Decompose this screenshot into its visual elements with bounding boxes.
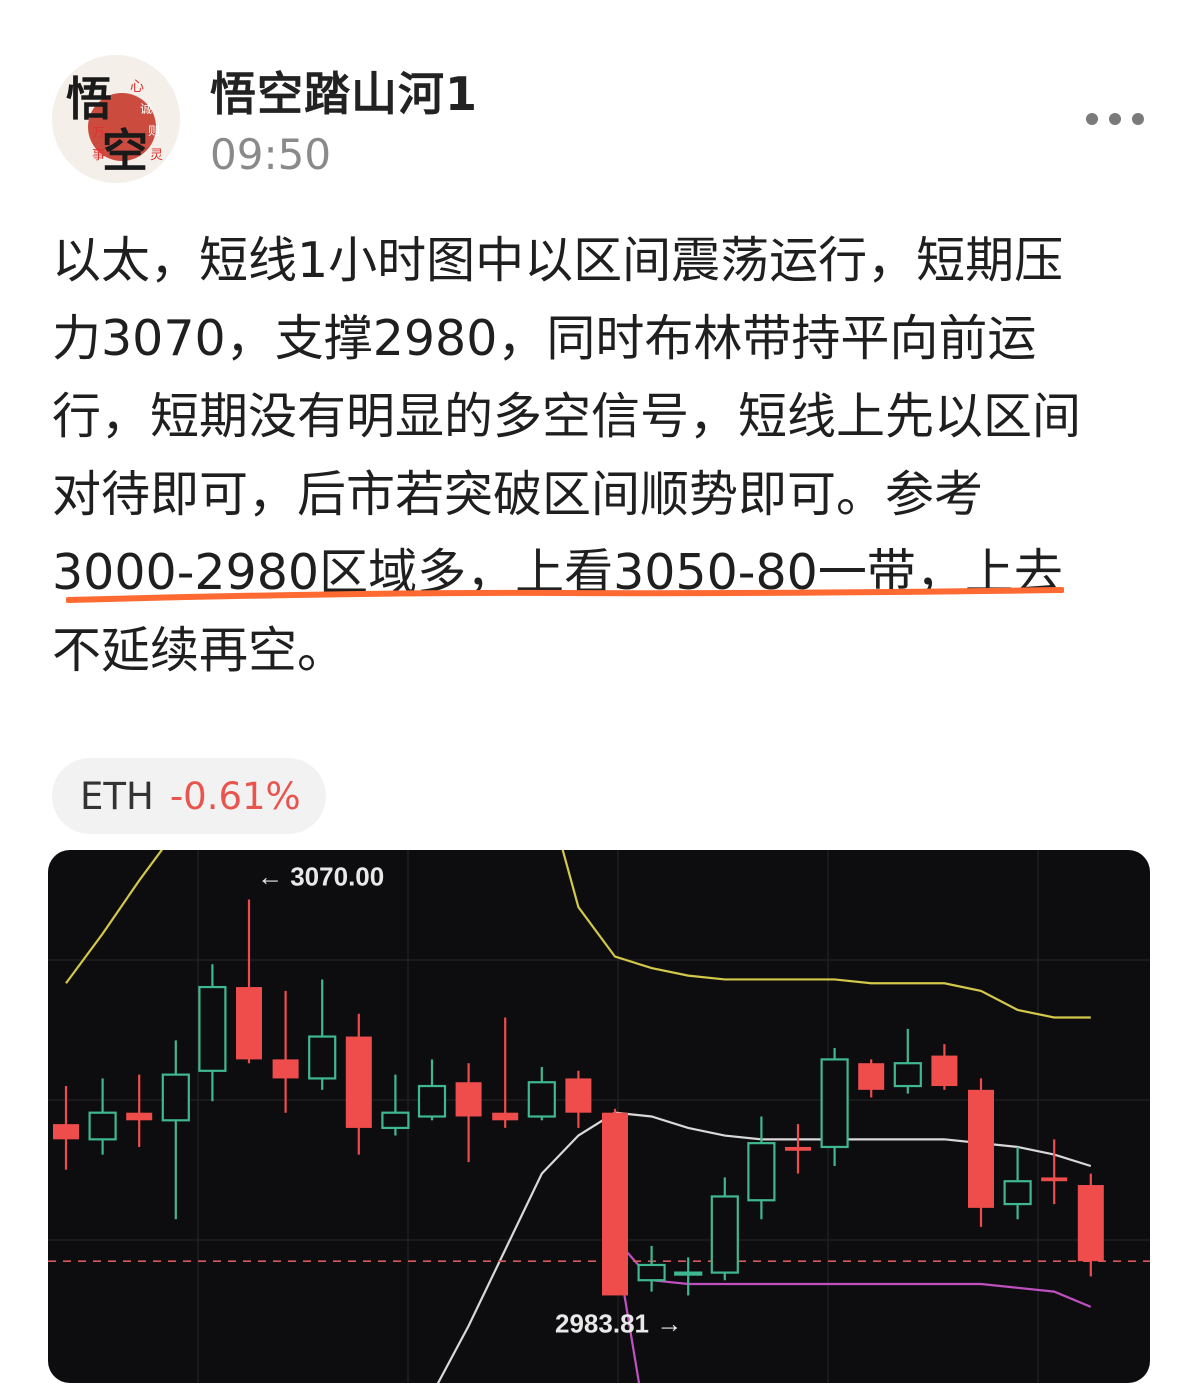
- more-options-button[interactable]: [1080, 104, 1150, 134]
- candle-body-down: [345, 1036, 372, 1128]
- avatar-char-6: 灵: [150, 148, 163, 163]
- candlestick-chart[interactable]: ← 3070.00 2983.81 →: [48, 850, 1150, 1383]
- post-line: 对待即可，后市若突破区间顺势即可。参考: [52, 466, 984, 523]
- candle-body-down: [236, 987, 262, 1060]
- avatar-char-3: 心: [130, 79, 144, 95]
- avatar-logo: 悟 空 心 诚 则 灵 万 事: [52, 55, 180, 183]
- candle-body-down: [785, 1146, 811, 1151]
- candle-body-down: [931, 1055, 958, 1087]
- ticker-tag[interactable]: ETH -0.61%: [52, 758, 326, 834]
- post-line: 行，短期没有明显的多空信号，短线上先以区间: [52, 388, 1082, 445]
- avatar-char-8: 事: [92, 148, 105, 163]
- candle-body-down: [53, 1124, 79, 1140]
- candle-body-down: [126, 1112, 153, 1121]
- candle-body-up: [381, 1111, 410, 1130]
- candle-body-up: [710, 1195, 739, 1274]
- candle-body-up: [161, 1073, 190, 1122]
- candle-body-down: [565, 1078, 592, 1113]
- candle-body-up: [674, 1271, 703, 1276]
- post-text: 以太，短线1小时图中以区间震荡运行，短期压 力3070，支撑2980，同时布林带…: [52, 222, 1162, 690]
- high-price-label: ← 3070.00: [257, 861, 384, 891]
- candle-body-up: [637, 1263, 666, 1282]
- avatar-char-1: 悟: [66, 72, 112, 126]
- candle-body-up: [198, 985, 227, 1072]
- avatar-char-5: 则: [148, 124, 160, 138]
- candle-body-up: [88, 1111, 117, 1141]
- candle-body-up: [417, 1084, 447, 1118]
- low-price-label: 2983.81 →: [555, 1308, 682, 1338]
- ticker-change: -0.61%: [169, 774, 301, 818]
- candle-body-up: [747, 1142, 776, 1202]
- candle-body-down: [272, 1059, 299, 1079]
- candle-body-down: [1041, 1177, 1068, 1182]
- candle-body-down: [455, 1082, 482, 1117]
- candle-body-up: [308, 1035, 337, 1080]
- post-line: 以太，短线1小时图中以区间震荡运行，短期压: [52, 232, 1064, 289]
- author-name[interactable]: 悟空踏山河1: [210, 58, 478, 124]
- post-line: 不延续再空。: [52, 622, 347, 679]
- candle-body-down: [492, 1112, 519, 1121]
- chart-canvas: ← 3070.00 2983.81 →: [48, 850, 1150, 1383]
- post-line: 力3070，支撑2980，同时布林带持平向前运: [52, 310, 1037, 367]
- candle-body-up: [1003, 1180, 1032, 1206]
- candle-body-up: [893, 1062, 922, 1088]
- avatar[interactable]: 悟 空 心 诚 则 灵 万 事: [52, 55, 180, 183]
- candle-body-down: [968, 1089, 994, 1208]
- ticker-symbol: ETH: [80, 774, 154, 818]
- avatar-char-2: 空: [102, 124, 148, 178]
- more-horizontal-icon: [1086, 113, 1144, 125]
- avatar-char-7: 万: [92, 126, 105, 141]
- post-time: 09:50: [210, 130, 332, 179]
- candle-body-down: [602, 1112, 628, 1296]
- candle-body-down: [1077, 1185, 1104, 1262]
- candle-body-up: [527, 1081, 556, 1118]
- highlight-underline: [66, 587, 1064, 603]
- avatar-char-4: 诚: [140, 102, 152, 116]
- candle-body-down: [858, 1063, 885, 1090]
- candle-body-up: [820, 1058, 849, 1149]
